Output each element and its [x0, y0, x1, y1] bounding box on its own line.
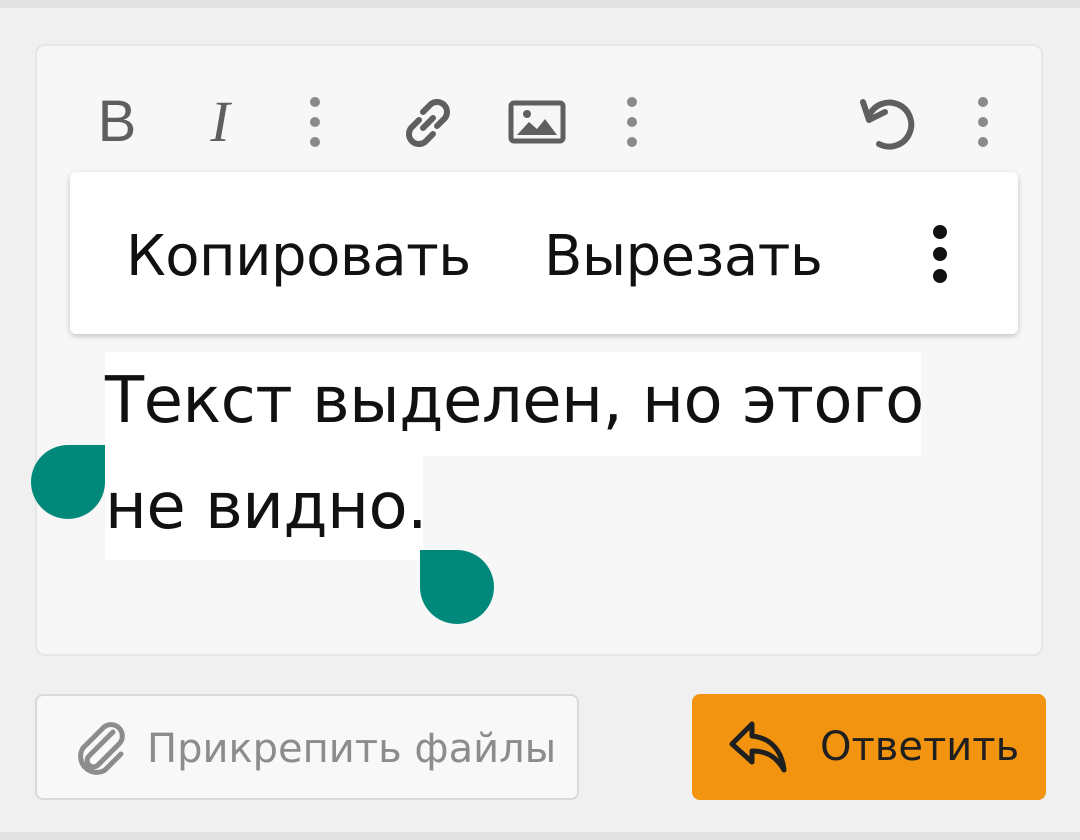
selection-start-handle[interactable] — [31, 445, 105, 519]
undo-button[interactable] — [855, 90, 921, 156]
selection-end-handle[interactable] — [420, 550, 494, 624]
undo-icon — [860, 99, 915, 150]
link-button[interactable] — [395, 90, 461, 156]
more-vertical-icon — [933, 225, 947, 283]
reply-label: Ответить — [820, 724, 1020, 770]
context-menu-more-button[interactable] — [925, 222, 955, 286]
bottom-divider — [0, 832, 1080, 840]
copy-menu-item[interactable]: Копировать — [126, 224, 471, 289]
selected-text-line[interactable]: не видно. — [105, 470, 427, 544]
text-selection-context-menu: Копировать Вырезать — [70, 172, 1018, 334]
paperclip-icon — [78, 722, 125, 775]
attach-files-label: Прикрепить файлы — [147, 726, 557, 772]
italic-icon: I — [210, 88, 230, 154]
more-vertical-icon — [627, 97, 637, 147]
more-options-button[interactable] — [973, 92, 993, 152]
selected-text-line[interactable]: Текст выделен, но этого — [105, 364, 924, 438]
reply-button[interactable]: Ответить — [692, 694, 1046, 800]
bold-button[interactable]: B — [89, 88, 145, 154]
bold-icon: B — [97, 88, 137, 154]
attach-files-button[interactable]: Прикрепить файлы — [35, 694, 579, 800]
image-button[interactable] — [507, 98, 567, 148]
image-icon — [508, 100, 566, 144]
more-vertical-icon — [978, 97, 988, 147]
reply-editor[interactable]: B I — [35, 44, 1043, 656]
italic-button[interactable]: I — [195, 88, 245, 154]
cut-menu-item[interactable]: Вырезать — [544, 224, 823, 289]
link-icon — [406, 99, 450, 147]
reply-icon — [729, 721, 787, 773]
more-insert-button[interactable] — [622, 92, 642, 152]
more-formatting-button[interactable] — [305, 92, 325, 152]
more-vertical-icon — [310, 97, 320, 147]
top-divider — [0, 0, 1080, 8]
